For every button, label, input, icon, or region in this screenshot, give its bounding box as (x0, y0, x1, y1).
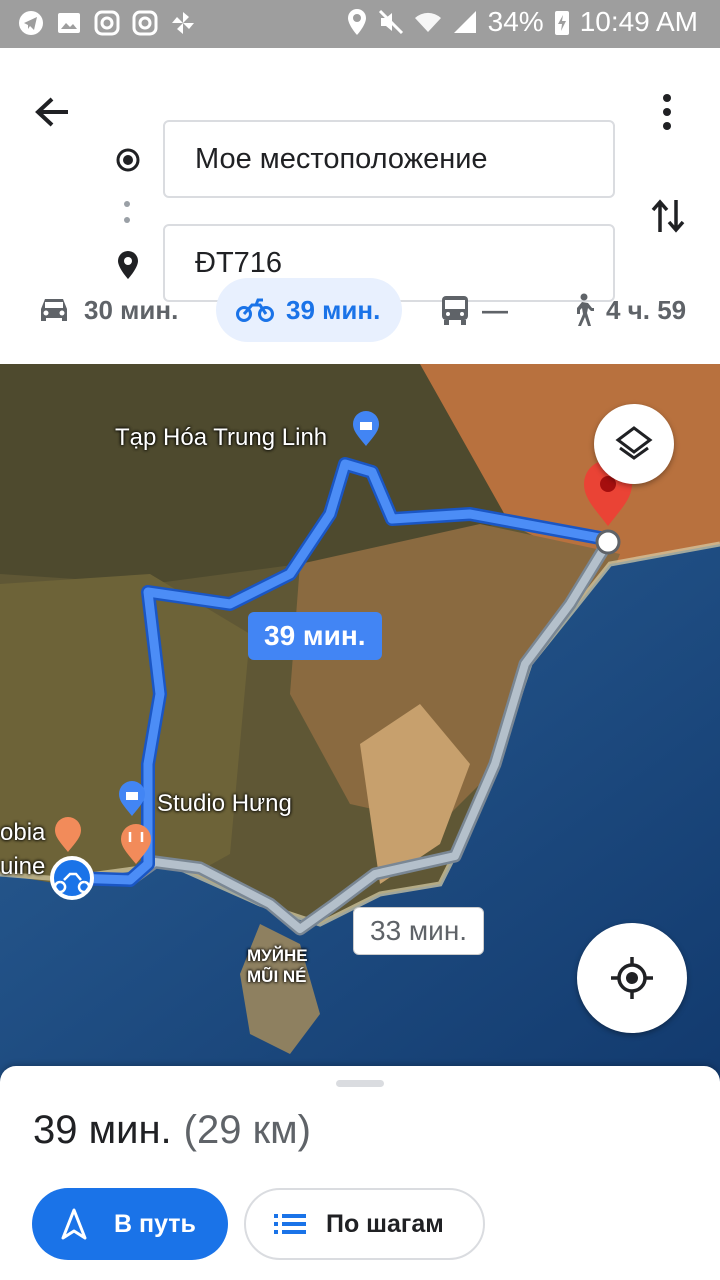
more-options-icon[interactable] (655, 92, 679, 132)
tab-car[interactable]: 30 мин. (36, 278, 178, 342)
tab-walk[interactable]: 4 ч. 59 (570, 278, 686, 342)
route-summary: 39 мин. (29 км) (33, 1108, 311, 1153)
bus-icon (442, 296, 468, 325)
location-icon (347, 9, 366, 35)
tab-transit-label: — (482, 294, 508, 325)
clock: 10:49 AM (579, 6, 698, 37)
tab-motorcycle-label: 39 мин. (286, 294, 381, 325)
swap-icon[interactable] (650, 196, 686, 236)
map-layers-button[interactable] (594, 404, 674, 484)
alternate-route-callout[interactable]: 33 мин. (353, 907, 485, 955)
place-label[interactable]: obia (0, 819, 45, 847)
area-label: МУЙНЕ (247, 946, 308, 965)
origin-value: Мое местоположение (195, 142, 488, 175)
motorcycle-icon (236, 298, 274, 322)
steps-label: По шагам (326, 1209, 444, 1238)
instagram-icon (94, 10, 120, 36)
area-label: MŨI NÉ (247, 967, 307, 986)
instagram-icon (132, 10, 158, 36)
pinwheel-icon (172, 12, 194, 34)
wifi-icon (414, 12, 441, 32)
layers-icon (615, 426, 653, 460)
place-label[interactable]: uine (0, 853, 45, 881)
my-location-icon (611, 957, 653, 999)
walk-icon (577, 293, 594, 326)
origin-field[interactable]: Мое местоположение (163, 120, 615, 198)
destination-pin-icon (118, 251, 138, 279)
tab-car-label: 30 мин. (84, 294, 179, 325)
mute-icon (378, 9, 403, 35)
steps-button[interactable]: По шагам (244, 1188, 485, 1260)
route-connector-icon (124, 201, 130, 223)
my-location-button[interactable] (577, 923, 687, 1033)
tab-walk-label: 4 ч. 59 (606, 294, 687, 325)
list-icon (274, 1214, 306, 1234)
route-duration: 39 мин. (33, 1108, 172, 1152)
start-navigation-label: В путь (114, 1209, 196, 1238)
navigation-arrow-icon (61, 1208, 87, 1240)
telegram-icon (19, 11, 43, 35)
battery-charging-icon (554, 11, 569, 35)
route-distance: (29 км) (183, 1108, 311, 1152)
primary-route-callout[interactable]: 39 мин. (248, 612, 382, 660)
car-icon (41, 299, 67, 321)
place-label[interactable]: Studio Hưng (157, 790, 292, 818)
signal-icon (453, 11, 476, 33)
origin-dot-icon (116, 148, 140, 172)
back-arrow-icon[interactable] (30, 90, 74, 134)
drag-handle[interactable] (336, 1080, 384, 1087)
tab-motorcycle[interactable]: 39 мин. (216, 278, 402, 342)
alternate-route-time: 33 мин. (370, 915, 468, 946)
directions-header: Мое местоположение ĐT716 30 мин. 39 мин.… (0, 48, 720, 364)
tab-transit[interactable]: — (440, 278, 508, 342)
primary-route-time: 39 мин. (264, 620, 366, 651)
travel-mode-tabs: 30 мин. 39 мин. — 4 ч. 59 (0, 278, 720, 342)
destination-value: ĐT716 (195, 246, 283, 279)
image-icon (58, 13, 80, 33)
route-bottom-sheet[interactable]: 39 мин. (29 км) В путь По шагам (0, 1066, 720, 1280)
place-label[interactable]: Tạp Hóa Trung Linh (115, 424, 327, 452)
status-bar: 34% 10:49 AM (0, 0, 720, 48)
start-navigation-button[interactable]: В путь (32, 1188, 228, 1260)
battery-percent: 34% (487, 6, 544, 37)
